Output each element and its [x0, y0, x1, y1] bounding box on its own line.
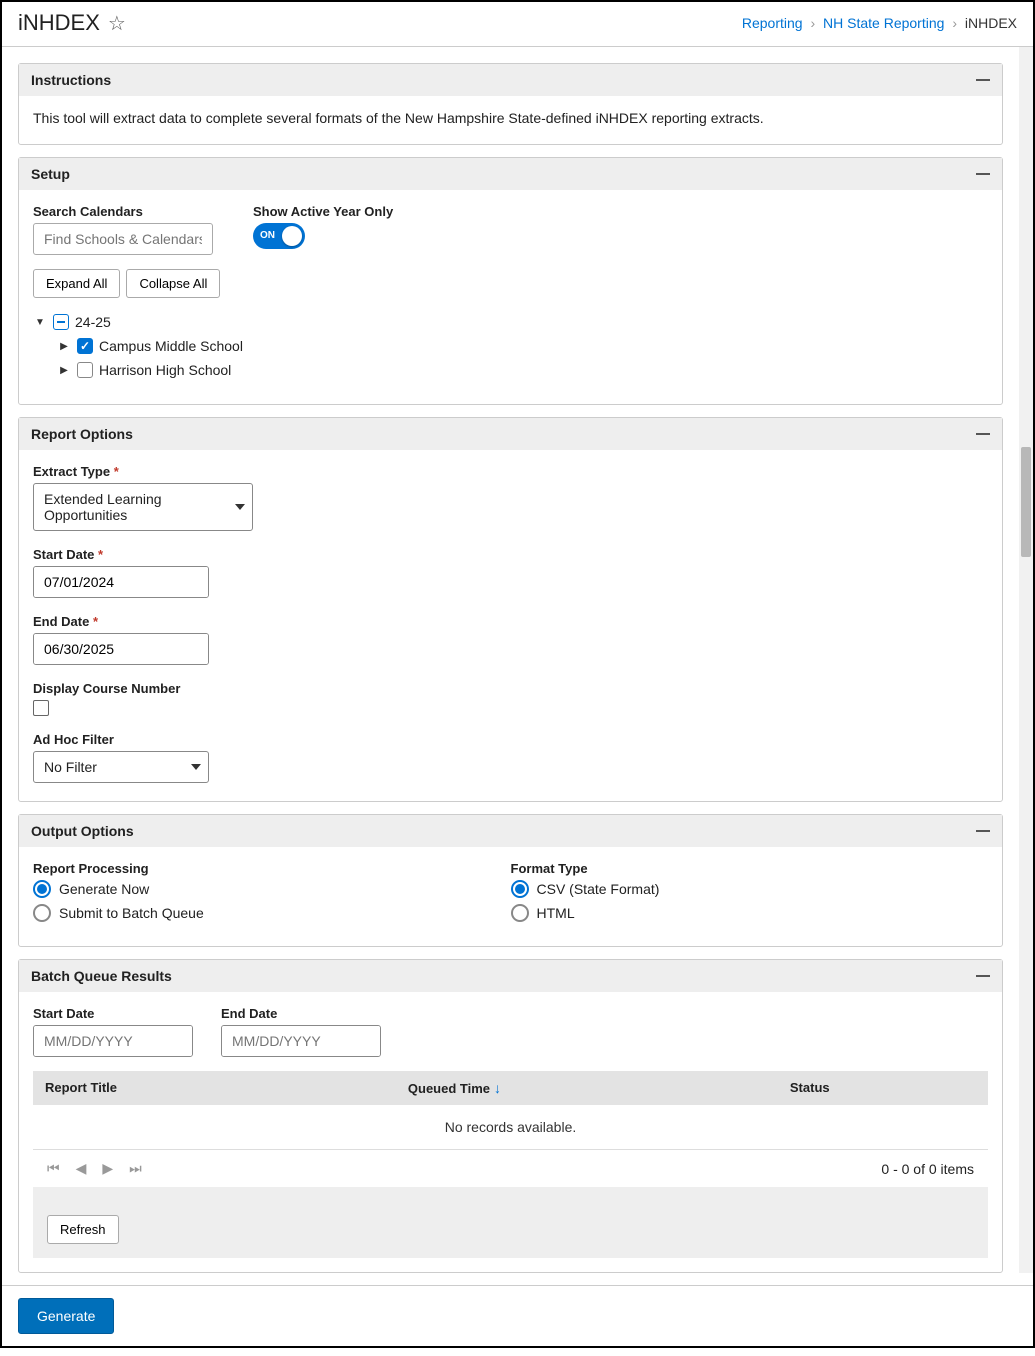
- page-info: 0 - 0 of 0 items: [881, 1161, 974, 1177]
- collapse-icon: [976, 79, 990, 81]
- start-date-input[interactable]: [34, 567, 209, 597]
- breadcrumb-current: iNHDEX: [965, 15, 1017, 31]
- page-last-icon[interactable]: ⏭: [129, 1160, 142, 1177]
- favorite-star-icon[interactable]: ☆: [108, 11, 126, 36]
- instructions-heading: Instructions: [31, 72, 111, 88]
- collapse-all-button[interactable]: Collapse All: [126, 269, 220, 298]
- page-prev-icon[interactable]: ◀: [76, 1160, 87, 1177]
- page-first-icon[interactable]: ⏮: [47, 1160, 60, 1177]
- active-year-label: Show Active Year Only: [253, 204, 393, 219]
- report-options-heading: Report Options: [31, 426, 133, 442]
- bq-start-date-label: Start Date: [33, 1006, 193, 1021]
- tree-school-label: Harrison High School: [99, 362, 231, 378]
- collapse-icon: [976, 975, 990, 977]
- collapse-icon: [976, 830, 990, 832]
- output-options-heading: Output Options: [31, 823, 134, 839]
- school-checkbox[interactable]: [77, 338, 93, 354]
- end-date-input[interactable]: [34, 634, 209, 664]
- instructions-header[interactable]: Instructions: [19, 64, 1002, 96]
- bq-end-date-label: End Date: [221, 1006, 381, 1021]
- report-options-header[interactable]: Report Options: [19, 418, 1002, 450]
- col-status[interactable]: Status: [778, 1071, 988, 1105]
- extract-type-label: Extract Type *: [33, 464, 988, 479]
- format-type-label: Format Type: [511, 861, 989, 876]
- setup-heading: Setup: [31, 166, 70, 182]
- batch-queue-header[interactable]: Batch Queue Results: [19, 960, 1002, 992]
- page-title: iNHDEX: [18, 10, 100, 36]
- tree-year-label: 24-25: [75, 314, 111, 330]
- submit-batch-radio[interactable]: Submit to Batch Queue: [33, 904, 511, 922]
- sort-down-icon: ↓: [494, 1080, 501, 1096]
- batch-queue-heading: Batch Queue Results: [31, 968, 172, 984]
- breadcrumb-nh-state[interactable]: NH State Reporting: [823, 15, 944, 31]
- collapse-icon: [976, 433, 990, 435]
- course-number-label: Display Course Number: [33, 681, 988, 696]
- scrollbar[interactable]: [1019, 47, 1033, 1273]
- breadcrumb: Reporting › NH State Reporting › iNHDEX: [742, 15, 1017, 31]
- page-next-icon[interactable]: ▶: [102, 1160, 113, 1177]
- report-processing-label: Report Processing: [33, 861, 511, 876]
- tree-expand-icon[interactable]: ▶: [57, 341, 71, 352]
- start-date-label: Start Date *: [33, 547, 988, 562]
- year-checkbox[interactable]: [53, 314, 69, 330]
- col-queued-time[interactable]: Queued Time ↓: [396, 1071, 778, 1105]
- search-calendars-label: Search Calendars: [33, 204, 213, 219]
- csv-format-radio[interactable]: CSV (State Format): [511, 880, 989, 898]
- setup-header[interactable]: Setup: [19, 158, 1002, 190]
- active-year-toggle[interactable]: ON: [253, 223, 305, 249]
- adhoc-filter-select[interactable]: No Filter: [33, 751, 209, 783]
- instructions-text: This tool will extract data to complete …: [33, 110, 764, 126]
- expand-all-button[interactable]: Expand All: [33, 269, 120, 298]
- tree-school-label: Campus Middle School: [99, 338, 243, 354]
- grid-empty-message: No records available.: [33, 1105, 988, 1149]
- html-format-radio[interactable]: HTML: [511, 904, 989, 922]
- generate-button[interactable]: Generate: [18, 1298, 114, 1334]
- bq-start-date-input[interactable]: [34, 1026, 193, 1056]
- end-date-label: End Date *: [33, 614, 988, 629]
- extract-type-select[interactable]: Extended Learning Opportunities: [33, 483, 253, 531]
- collapse-icon: [976, 173, 990, 175]
- refresh-button[interactable]: Refresh: [47, 1215, 119, 1244]
- output-options-header[interactable]: Output Options: [19, 815, 1002, 847]
- generate-now-radio[interactable]: Generate Now: [33, 880, 511, 898]
- bq-end-date-input[interactable]: [222, 1026, 381, 1056]
- col-report-title[interactable]: Report Title: [33, 1071, 396, 1105]
- course-number-checkbox[interactable]: [33, 700, 49, 716]
- tree-expand-icon[interactable]: ▶: [57, 365, 71, 376]
- search-calendars-input[interactable]: [33, 223, 213, 255]
- school-checkbox[interactable]: [77, 362, 93, 378]
- adhoc-filter-label: Ad Hoc Filter: [33, 732, 988, 747]
- breadcrumb-reporting[interactable]: Reporting: [742, 15, 803, 31]
- tree-expand-icon[interactable]: ▼: [33, 317, 47, 328]
